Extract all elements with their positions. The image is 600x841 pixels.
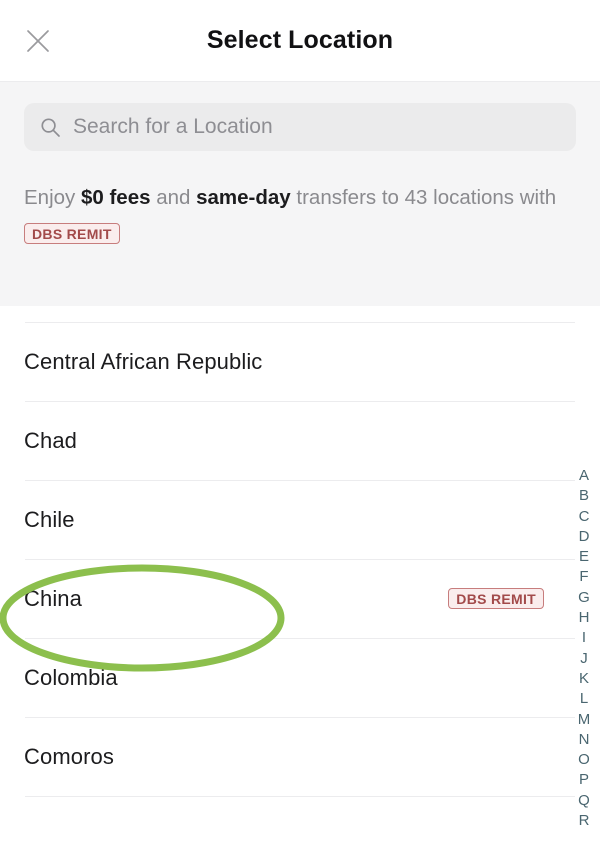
alphabet-index-letter[interactable]: J xyxy=(580,649,588,669)
location-name: Central African Republic xyxy=(24,348,263,374)
close-icon xyxy=(25,28,51,54)
promo-part-2: and xyxy=(150,186,197,209)
list-item-china[interactable]: China DBS REMIT xyxy=(0,559,600,638)
alphabet-index-letter[interactable]: R xyxy=(579,811,590,831)
close-button[interactable] xyxy=(16,19,60,63)
location-list: Central African Republic Chad Chile Chin… xyxy=(0,306,600,841)
promo-text: Enjoy $0 fees and same-day transfers to … xyxy=(24,181,564,249)
location-name: Colombia xyxy=(24,664,118,690)
list-item[interactable]: Central African Republic xyxy=(0,322,600,401)
alphabet-index-letter[interactable]: E xyxy=(579,547,589,567)
location-name: Chad xyxy=(24,427,77,453)
select-location-screen: Select Location Enjoy $0 fees and same-d… xyxy=(0,0,600,841)
list-item[interactable]: Colombia xyxy=(0,638,600,717)
promo-bold-fees: $0 fees xyxy=(80,186,151,209)
alphabet-index-letter[interactable]: D xyxy=(579,527,590,547)
alphabet-index-letter[interactable]: M xyxy=(578,710,591,730)
location-name: Chile xyxy=(24,506,75,532)
alphabet-index-letter[interactable]: L xyxy=(580,689,588,709)
search-icon xyxy=(40,117,61,138)
search-bar[interactable] xyxy=(24,103,576,151)
alphabet-index-letter[interactable]: P xyxy=(579,770,589,790)
alphabet-index-letter[interactable]: F xyxy=(579,567,588,587)
alphabet-index-letter[interactable]: I xyxy=(582,628,586,648)
alphabet-index-letter[interactable]: N xyxy=(579,730,590,750)
list-item[interactable]: Chad xyxy=(0,401,600,480)
search-and-promo-panel: Enjoy $0 fees and same-day transfers to … xyxy=(0,82,600,306)
promo-part-3: transfers to 43 locations with xyxy=(290,186,557,209)
dbs-remit-badge: DBS REMIT xyxy=(448,588,544,609)
promo-bold-sameday: same-day xyxy=(196,186,291,209)
alphabet-index-letter[interactable]: A xyxy=(579,466,589,486)
list-item[interactable]: Chile xyxy=(0,480,600,559)
promo-part-1: Enjoy xyxy=(24,186,81,209)
alphabet-index-letter[interactable]: C xyxy=(579,507,590,527)
alphabet-index[interactable]: A B C D E F G H I J K L M N O P Q R xyxy=(573,466,595,831)
page-title: Select Location xyxy=(206,26,394,54)
modal-header: Select Location xyxy=(0,0,600,82)
location-name: Comoros xyxy=(24,743,114,769)
list-item[interactable]: Comoros xyxy=(0,717,600,796)
alphabet-index-letter[interactable]: H xyxy=(579,608,590,628)
alphabet-index-letter[interactable]: O xyxy=(578,750,590,770)
search-input[interactable] xyxy=(73,103,560,151)
alphabet-index-letter[interactable]: G xyxy=(578,588,590,608)
alphabet-index-letter[interactable]: K xyxy=(579,669,589,689)
list-item[interactable] xyxy=(0,796,600,841)
dbs-remit-badge: DBS REMIT xyxy=(24,223,120,244)
alphabet-index-letter[interactable]: Q xyxy=(578,791,590,811)
location-name: China xyxy=(24,585,82,611)
alphabet-index-letter[interactable]: B xyxy=(579,486,589,506)
